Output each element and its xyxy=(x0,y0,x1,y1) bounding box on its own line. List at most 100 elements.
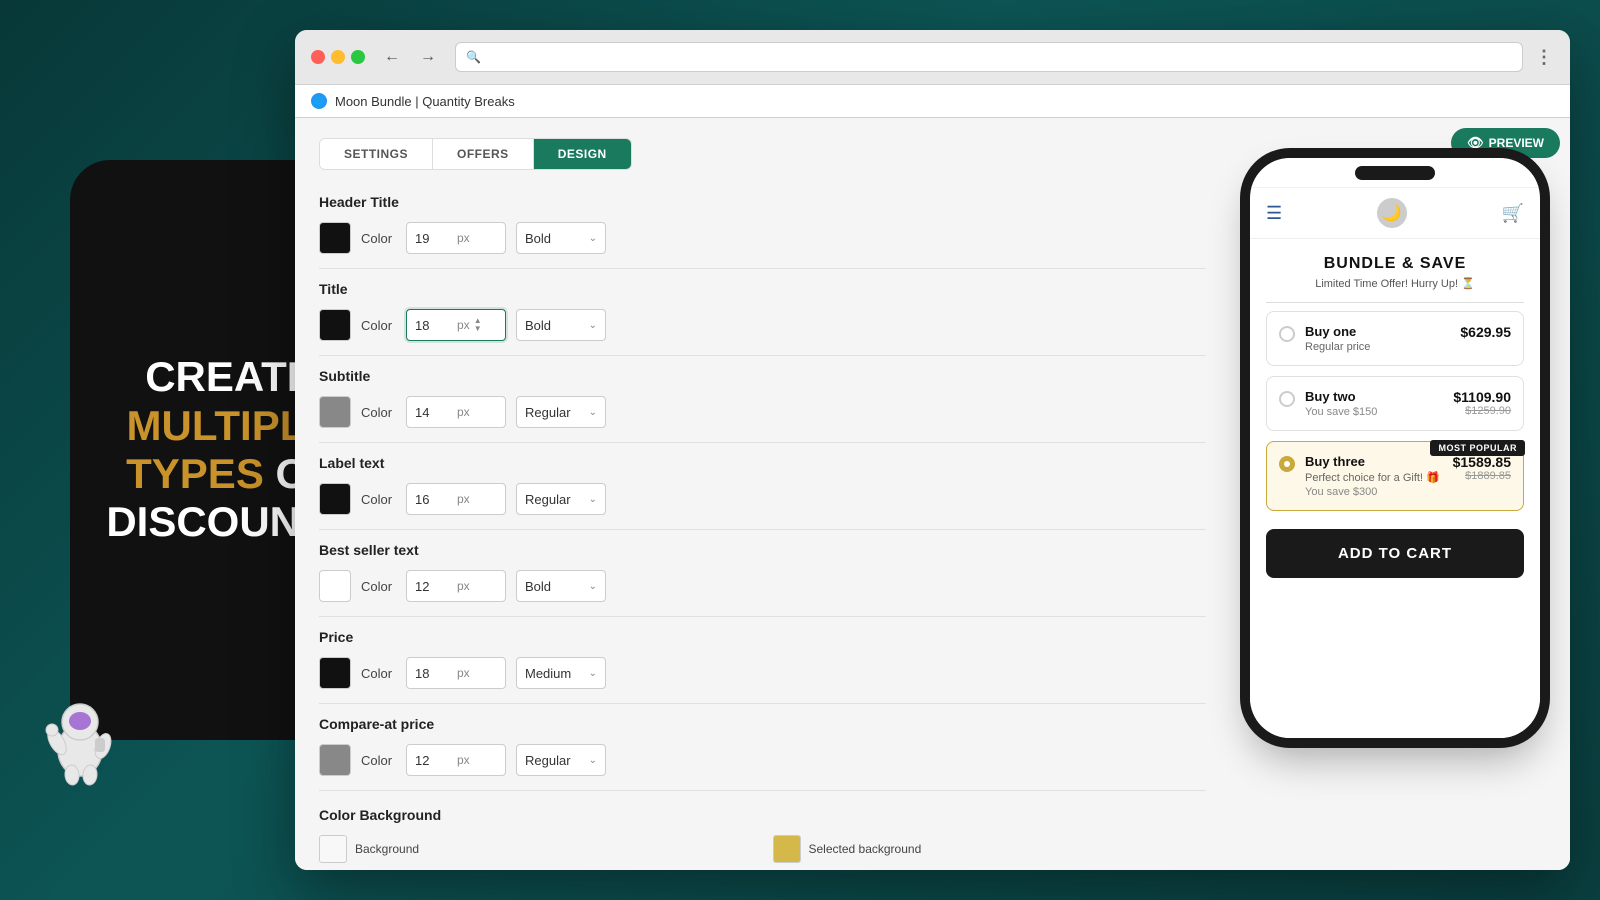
price-style-select[interactable]: Medium ⌄ xyxy=(516,657,606,689)
minimize-button[interactable] xyxy=(331,50,345,64)
title-color-swatch[interactable] xyxy=(319,309,351,341)
phone-content: BUNDLE & SAVE Limited Time Offer! Hurry … xyxy=(1250,239,1540,738)
compare-at-size-unit: px xyxy=(457,753,470,767)
best-seller-color-swatch[interactable] xyxy=(319,570,351,602)
label-text-color-swatch[interactable] xyxy=(319,483,351,515)
best-seller-size-value[interactable]: 12 xyxy=(415,579,455,594)
bundle-info-buy-three: Buy three Perfect choice for a Gift! 🎁 Y… xyxy=(1305,454,1443,498)
price-style-value: Medium xyxy=(525,666,571,681)
compare-at-size-input[interactable]: 12 px xyxy=(406,744,506,776)
subtitle-color-swatch[interactable] xyxy=(319,396,351,428)
title-section-label: Title xyxy=(319,281,1206,297)
price-color-swatch[interactable] xyxy=(319,657,351,689)
color-swatch-selected-background[interactable] xyxy=(773,835,801,863)
header-title-size-input[interactable]: 19 px xyxy=(406,222,506,254)
label-text-style-select[interactable]: Regular ⌄ xyxy=(516,483,606,515)
forward-button[interactable]: → xyxy=(413,42,443,72)
cart-icon[interactable]: 🛒 xyxy=(1502,203,1524,224)
main-tabs: SETTINGS OFFERS DESIGN xyxy=(319,138,632,170)
bundle-info-buy-one: Buy one Regular price xyxy=(1305,324,1450,353)
phone-notch xyxy=(1355,166,1435,180)
title-size-value[interactable]: 18 xyxy=(415,318,455,333)
browser-menu-dots[interactable]: ⋮ xyxy=(1535,47,1554,68)
bundle-price-original-buy-two: $1259.90 xyxy=(1453,405,1511,417)
header-title-size-value[interactable]: 19 xyxy=(415,231,455,246)
color-grid: Background Selected background Border xyxy=(319,835,1206,870)
bundle-option-name-buy-one: Buy one xyxy=(1305,324,1450,339)
bundle-option-buy-two[interactable]: Buy two You save $150 $1109.90 $1259.90 xyxy=(1266,376,1524,431)
label-text-size-unit: px xyxy=(457,492,470,506)
back-button[interactable]: ← xyxy=(377,42,407,72)
close-button[interactable] xyxy=(311,50,325,64)
best-seller-section: Best seller text Color 12 px Bold ⌄ xyxy=(319,542,1206,602)
price-row: Color 18 px Medium ⌄ xyxy=(319,657,1206,689)
header-title-style-select[interactable]: Bold ⌄ xyxy=(516,222,606,254)
hamburger-icon[interactable]: ☰ xyxy=(1266,203,1282,224)
maximize-button[interactable] xyxy=(351,50,365,64)
label-text-row: Color 16 px Regular ⌄ xyxy=(319,483,1206,515)
browser-chrome: ← → 🔍 ⋮ xyxy=(295,30,1570,85)
divider-4 xyxy=(319,529,1206,530)
bundle-radio-buy-one[interactable] xyxy=(1279,326,1295,342)
subtitle-style-arrow: ⌄ xyxy=(589,407,597,418)
bundle-option-buy-three[interactable]: Buy three Perfect choice for a Gift! 🎁 Y… xyxy=(1266,441,1524,511)
header-title-label: Header Title xyxy=(319,194,1206,210)
url-search-icon: 🔍 xyxy=(466,50,481,64)
bundle-radio-buy-three[interactable] xyxy=(1279,456,1295,472)
color-swatch-background[interactable] xyxy=(319,835,347,863)
site-title: Moon Bundle | Quantity Breaks xyxy=(335,94,515,109)
astronaut-illustration xyxy=(40,690,130,800)
bundle-option-buy-one[interactable]: Buy one Regular price $629.95 xyxy=(1266,311,1524,366)
hero-line1: CREATE xyxy=(145,353,315,400)
price-color-label: Color xyxy=(361,666,396,681)
subtitle-section-label: Subtitle xyxy=(319,368,1206,384)
divider-6 xyxy=(319,703,1206,704)
bundle-option-desc-buy-three: Perfect choice for a Gift! 🎁 xyxy=(1305,471,1443,484)
subtitle-size-input[interactable]: 14 px xyxy=(406,396,506,428)
compare-at-color-swatch[interactable] xyxy=(319,744,351,776)
title-color-label: Color xyxy=(361,318,396,333)
title-size-input[interactable]: 18 px ▲ ▼ xyxy=(406,309,506,341)
header-title-style-arrow: ⌄ xyxy=(589,233,597,244)
header-title-row: Color 19 px Bold ⌄ xyxy=(319,222,1206,254)
tab-settings[interactable]: SETTINGS xyxy=(320,139,433,169)
subtitle-style-select[interactable]: Regular ⌄ xyxy=(516,396,606,428)
bundle-option-desc-buy-two: You save $150 xyxy=(1305,406,1443,418)
color-label-selected-background: Selected background xyxy=(809,842,922,856)
best-seller-size-input[interactable]: 12 px xyxy=(406,570,506,602)
bundle-price-original-buy-three: $1889.85 xyxy=(1453,470,1511,482)
bundle-option-savings-buy-three: You save $300 xyxy=(1305,486,1443,498)
label-text-size-value[interactable]: 16 xyxy=(415,492,455,507)
header-title-color-swatch[interactable] xyxy=(319,222,351,254)
url-bar[interactable]: 🔍 xyxy=(455,42,1523,72)
best-seller-style-select[interactable]: Bold ⌄ xyxy=(516,570,606,602)
tab-offers[interactable]: OFFERS xyxy=(433,139,534,169)
subtitle-size-value[interactable]: 14 xyxy=(415,405,455,420)
nav-buttons: ← → xyxy=(377,42,443,72)
preview-button[interactable]: 👁 PREVIEW xyxy=(1451,128,1560,158)
bundle-price-main-buy-two: $1109.90 xyxy=(1453,389,1511,405)
title-row: Color 18 px ▲ ▼ Bold ⌄ xyxy=(319,309,1206,341)
title-size-arrows[interactable]: ▲ ▼ xyxy=(474,317,482,333)
phone-preview-area: 👁 PREVIEW ☰ 🌙 🛒 BU xyxy=(1230,118,1570,870)
best-seller-size-unit: px xyxy=(457,579,470,593)
bundle-price-buy-three: $1589.85 $1889.85 xyxy=(1453,454,1511,482)
divider-7 xyxy=(319,790,1206,791)
traffic-lights xyxy=(311,50,365,64)
add-to-cart-button[interactable]: ADD TO CART xyxy=(1266,529,1524,578)
tab-design[interactable]: DESIGN xyxy=(534,139,631,169)
site-favicon: 🌐 xyxy=(311,93,327,109)
user-avatar[interactable]: 🌙 xyxy=(1377,198,1407,228)
compare-at-style-select[interactable]: Regular ⌄ xyxy=(516,744,606,776)
price-size-value[interactable]: 18 xyxy=(415,666,455,681)
label-text-size-input[interactable]: 16 px xyxy=(406,483,506,515)
subtitle-color-label: Color xyxy=(361,405,396,420)
header-title-section: Header Title Color 19 px Bold ⌄ xyxy=(319,194,1206,254)
arrow-down[interactable]: ▼ xyxy=(474,325,482,333)
bundle-radio-buy-two[interactable] xyxy=(1279,391,1295,407)
compare-at-size-value[interactable]: 12 xyxy=(415,753,455,768)
price-size-input[interactable]: 18 px xyxy=(406,657,506,689)
compare-at-row: Color 12 px Regular ⌄ xyxy=(319,744,1206,776)
title-style-select[interactable]: Bold ⌄ xyxy=(516,309,606,341)
bundle-title: BUNDLE & SAVE xyxy=(1266,255,1524,273)
